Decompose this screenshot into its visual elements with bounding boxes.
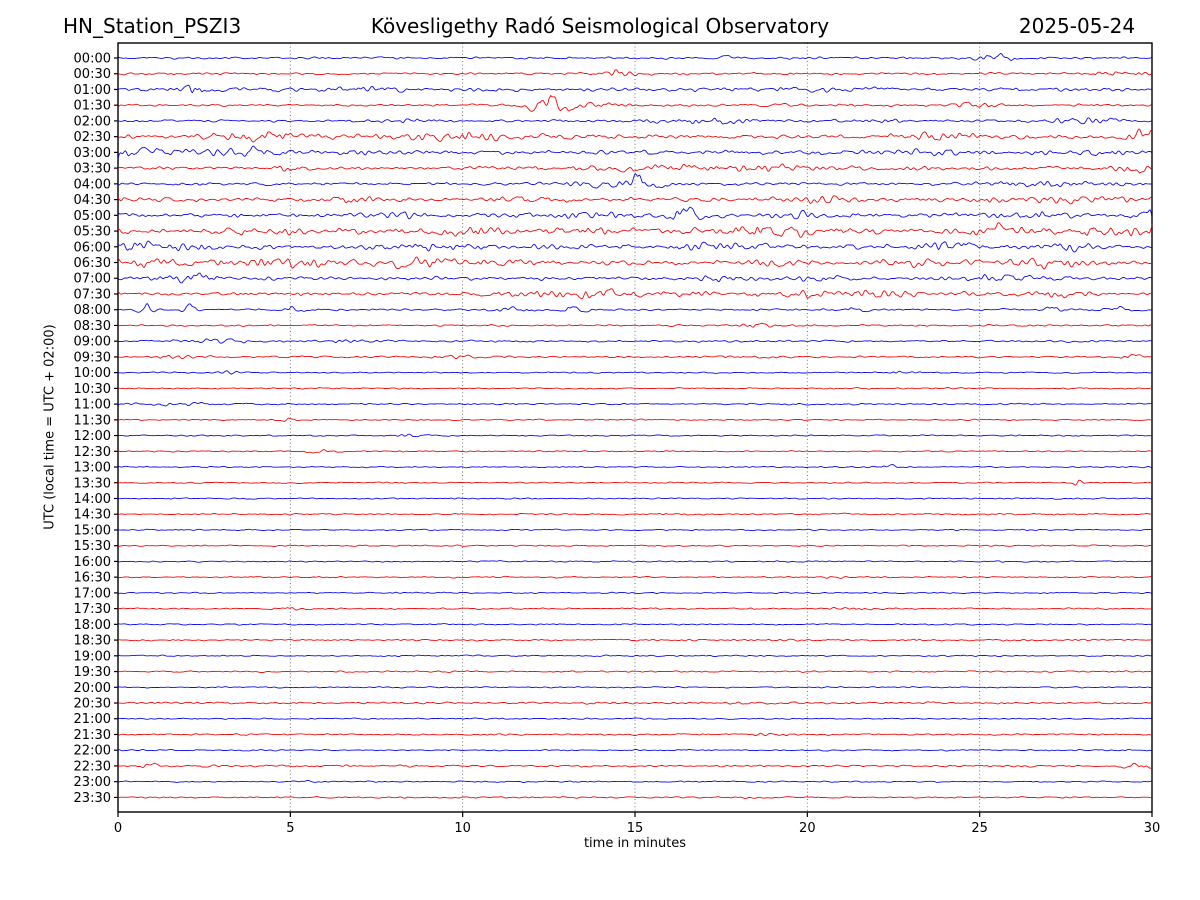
seismogram-trace-13:30 — [117, 479, 1152, 486]
seismogram-trace-04:00 — [117, 173, 1153, 189]
row-time-label-02:30: 02:30 — [74, 130, 111, 145]
y-axis-label: UTC (local time = UTC + 02:00) — [42, 324, 58, 530]
seismogram-trace-07:30 — [117, 288, 1153, 300]
row-time-label-18:30: 18:30 — [74, 634, 111, 649]
row-time-label-23:30: 23:30 — [74, 791, 111, 806]
seismogram-trace-22:30 — [117, 763, 1153, 770]
x-tick-label-20: 20 — [799, 821, 816, 836]
seismogram-trace-04:30 — [117, 195, 1153, 205]
seismogram-trace-17:30 — [117, 606, 1153, 611]
row-time-label-19:00: 19:00 — [74, 649, 111, 664]
x-tick-label-0: 0 — [114, 821, 122, 836]
row-time-label-02:00: 02:00 — [74, 114, 111, 129]
row-time-label-14:30: 14:30 — [74, 508, 111, 523]
seismogram-trace-05:30 — [117, 222, 1153, 238]
row-time-label-18:00: 18:00 — [74, 618, 111, 633]
seismogram-trace-02:30 — [117, 128, 1153, 143]
row-time-label-17:30: 17:30 — [74, 602, 111, 617]
row-time-label-13:00: 13:00 — [74, 461, 111, 476]
row-time-label-22:00: 22:00 — [74, 744, 111, 759]
row-time-label-08:30: 08:30 — [74, 319, 111, 334]
row-time-label-07:00: 07:00 — [74, 272, 111, 287]
seismogram-trace-16:00 — [117, 560, 1153, 563]
seismogram-trace-19:30 — [117, 670, 1153, 674]
row-time-label-21:00: 21:00 — [74, 712, 111, 727]
seismogram-trace-18:00 — [117, 622, 1153, 626]
seismogram-trace-21:00 — [117, 717, 1153, 720]
row-time-label-16:00: 16:00 — [74, 555, 111, 570]
row-time-label-04:00: 04:00 — [74, 177, 111, 192]
seismogram-trace-15:30 — [117, 544, 1153, 548]
row-time-label-08:00: 08:00 — [74, 303, 111, 318]
row-time-label-12:00: 12:00 — [74, 429, 111, 444]
row-time-label-03:30: 03:30 — [74, 162, 111, 177]
x-tick-label-10: 10 — [454, 821, 471, 836]
row-time-label-07:30: 07:30 — [74, 287, 111, 302]
x-tick-label-5: 5 — [286, 821, 294, 836]
row-time-label-23:00: 23:00 — [74, 775, 111, 790]
helicorder-plot: 0 5 10 15 20 25 30 00:0000:3001:0001:3002:0002:… — [74, 42, 1161, 836]
seismogram-trace-16:30 — [117, 575, 1153, 579]
row-time-label-09:30: 09:30 — [74, 350, 111, 365]
row-time-label-00:30: 00:30 — [74, 67, 111, 82]
row-time-label-01:00: 01:00 — [74, 83, 111, 98]
row-time-label-04:30: 04:30 — [74, 193, 111, 208]
row-time-label-20:30: 20:30 — [74, 697, 111, 712]
x-tick-label-25: 25 — [971, 821, 988, 836]
seismogram-trace-22:00 — [117, 749, 1153, 752]
row-time-label-11:30: 11:30 — [74, 413, 111, 428]
row-time-label-05:00: 05:00 — [74, 209, 111, 224]
row-time-label-06:00: 06:00 — [74, 240, 111, 255]
helicorder-page: HN_Station_PSZI3 Kövesligethy Radó Seism… — [0, 0, 1200, 900]
seismogram-trace-06:00 — [117, 240, 1153, 253]
seismogram-trace-11:00 — [117, 401, 1153, 407]
row-time-label-01:30: 01:30 — [74, 99, 111, 114]
seismogram-trace-08:00 — [117, 303, 1153, 313]
x-axis-label: time in minutes — [583, 836, 687, 851]
row-time-label-14:00: 14:00 — [74, 492, 111, 507]
x-tick-label-30: 30 — [1144, 821, 1161, 836]
seismogram-trace-23:30 — [117, 796, 1153, 799]
row-time-label-12:30: 12:30 — [74, 445, 111, 460]
row-time-label-03:00: 03:00 — [74, 146, 111, 161]
x-tick-label-15: 15 — [627, 821, 644, 836]
row-time-label-10:30: 10:30 — [74, 382, 111, 397]
row-time-label-09:00: 09:00 — [74, 335, 111, 350]
row-time-label-16:30: 16:30 — [74, 571, 111, 586]
seismogram-trace-17:00 — [117, 591, 1153, 595]
row-time-label-19:30: 19:30 — [74, 665, 111, 680]
row-time-label-15:00: 15:00 — [74, 523, 111, 538]
seismogram-trace-14:00 — [117, 497, 1153, 500]
row-time-label-00:00: 00:00 — [74, 52, 111, 67]
row-time-label-17:00: 17:00 — [74, 586, 111, 601]
seismogram-trace-18:30 — [118, 638, 1153, 642]
row-time-label-06:30: 06:30 — [74, 256, 111, 271]
row-time-label-05:30: 05:30 — [74, 225, 111, 240]
row-time-label-22:30: 22:30 — [74, 759, 111, 774]
row-time-label-15:30: 15:30 — [74, 539, 111, 554]
row-time-label-11:00: 11:00 — [74, 398, 111, 413]
seismogram-trace-03:30 — [117, 163, 1153, 174]
seismogram-trace-11:30 — [117, 417, 1152, 422]
row-time-label-10:00: 10:00 — [74, 366, 111, 381]
row-time-label-21:30: 21:30 — [74, 728, 111, 743]
row-time-label-20:00: 20:00 — [74, 681, 111, 696]
row-time-label-13:30: 13:30 — [74, 476, 111, 491]
